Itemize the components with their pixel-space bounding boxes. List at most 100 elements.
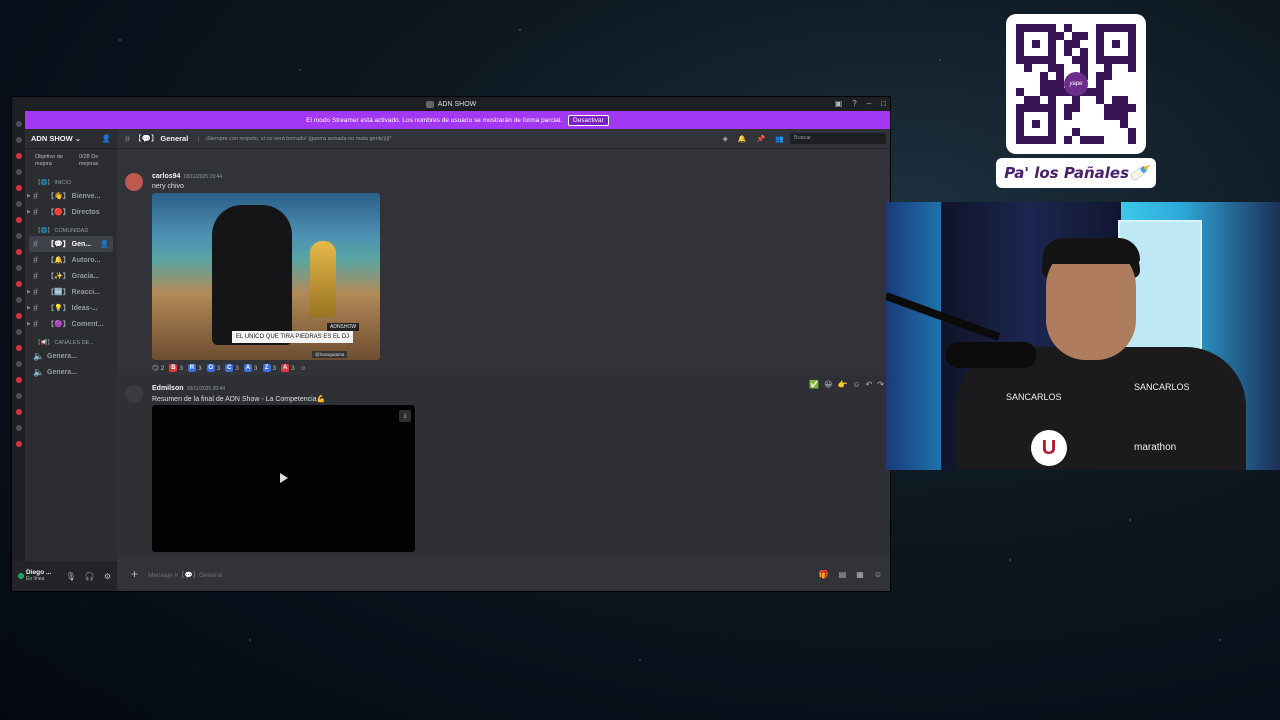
category-canales[interactable]: 【📢】 CANALES DE... (25, 332, 117, 348)
minimize-icon[interactable]: – (867, 99, 871, 108)
server-icon[interactable] (15, 121, 22, 127)
server-icon[interactable] (15, 265, 22, 271)
chevron-right-icon: ▶ (27, 305, 31, 311)
message-author[interactable]: carlos94 18/11/2025 19:44 (152, 173, 222, 180)
threads-icon[interactable]: ◈ (722, 135, 727, 143)
server-icon[interactable] (15, 393, 22, 399)
server-icon[interactable] (15, 297, 22, 303)
deactivate-button[interactable]: Desactivar (568, 114, 609, 126)
server-icon[interactable] (15, 201, 22, 207)
reaction[interactable]: 😏 2 (152, 364, 164, 373)
maximize-icon[interactable]: □ (881, 99, 886, 108)
voice-channel-item[interactable]: 🔈 Genera... (25, 348, 117, 364)
category-inicio[interactable]: 【🌐】 INICIO (25, 172, 117, 188)
video-attachment[interactable]: ⤓ (152, 405, 415, 552)
channel-item[interactable]: # 【✨】 Gracia... (25, 268, 117, 284)
chat-header: # 【💬】 General ¡Siempre con respeto, si n… (117, 129, 890, 149)
window-title: ADN SHOW (437, 100, 477, 108)
microphone-icon[interactable]: 🎙 (66, 572, 76, 581)
server-icon[interactable] (15, 329, 22, 335)
voice-channel-item[interactable]: 🔈 Genera... (25, 364, 117, 380)
check-reaction-icon[interactable]: ✅ (809, 380, 819, 389)
user-name: Diego ... (26, 569, 52, 576)
reply-icon[interactable]: ↶ (866, 380, 873, 389)
server-icon[interactable] (15, 233, 22, 239)
channel-label: 【💡】 Ideas-... (47, 305, 98, 312)
server-icon[interactable] (15, 441, 22, 447)
channel-item[interactable]: ▶ # 【💡】 Ideas-... (25, 300, 117, 316)
boost-goal[interactable]: Objetivo de mejora 0/28 De mejoras (25, 149, 117, 172)
text-channel-icon: # (33, 239, 39, 249)
channel-item[interactable]: # 【🔔】 Autoro... (25, 252, 117, 268)
server-icon[interactable] (15, 169, 22, 175)
yape-logo: yape (1064, 72, 1088, 96)
channel-item[interactable]: ▶ # 【🔴】 Directos (25, 204, 117, 220)
text-channel-icon: # (33, 303, 39, 313)
attach-plus-icon[interactable]: + (131, 567, 138, 581)
server-icon[interactable] (15, 217, 22, 223)
gif-icon[interactable]: ▤ (839, 570, 847, 579)
avatar[interactable] (125, 385, 143, 403)
server-icon[interactable] (15, 153, 22, 159)
channel-label: 【👋】 Bienve... (47, 193, 101, 200)
channel-topic[interactable]: ¡Siempre con respeto, si no será borrado… (198, 135, 392, 142)
help-icon[interactable]: ? (852, 99, 856, 108)
user-info[interactable]: Diego ... En línea (26, 569, 51, 583)
server-icon[interactable] (15, 345, 22, 351)
category-comunidad[interactable]: 【🌐】 COMUNIDAD (25, 220, 117, 236)
reaction[interactable]: O3 (206, 364, 220, 372)
gift-icon[interactable]: 🎁 (819, 570, 829, 579)
server-icon[interactable] (15, 377, 22, 383)
title-bar: ADN SHOW ▣ ? – □ (12, 97, 890, 111)
reaction[interactable]: Z3 (262, 364, 276, 372)
headphones-icon[interactable]: 🎧 (85, 572, 95, 581)
message-composer[interactable]: + Mensaje #【💬】General 🎁 ▤ ▦ ☺ (123, 563, 890, 585)
add-reaction-icon[interactable]: ☺ (852, 380, 860, 389)
gear-icon[interactable]: ⚙ (104, 572, 111, 581)
image-attachment[interactable]: ADNSHOW EL UNICO QUE TIRA PIEDRAS ES EL … (152, 193, 380, 360)
play-icon[interactable] (280, 473, 288, 483)
sticker-icon[interactable]: ▦ (856, 570, 864, 579)
channel-label: 【🟣】 Coment... (47, 321, 104, 328)
server-icon[interactable] (15, 137, 22, 143)
channel-item[interactable]: ▶ # 【🟣】 Coment... (25, 316, 117, 332)
reaction[interactable]: B3 (169, 364, 183, 372)
inbox-icon[interactable]: ▣ (835, 99, 843, 108)
reaction[interactable]: A3 (243, 364, 258, 372)
server-header[interactable]: ADN SHOW ⌄ 👤 (25, 129, 117, 149)
search-input[interactable]: Buscar (790, 133, 886, 144)
download-icon[interactable]: ⤓ (399, 410, 411, 422)
emoji-icon[interactable]: ☺ (874, 570, 882, 579)
reactions: 😏 2 B3 R3 O3 C3 A3 Z3 A3 ☺ (152, 364, 306, 372)
point-reaction-icon[interactable]: 👉 (837, 380, 847, 389)
forward-icon[interactable]: ↷ (877, 380, 884, 389)
server-icon[interactable] (15, 281, 22, 287)
invite-icon[interactable]: 👤 (100, 240, 109, 248)
channel-item-active[interactable]: # 【💬】 Gen... 👤 (29, 236, 113, 252)
microphone (946, 342, 1036, 368)
server-icon[interactable] (15, 409, 22, 415)
bell-icon[interactable]: 🔔 (738, 135, 747, 143)
pin-icon[interactable]: 📌 (757, 135, 766, 143)
server-icon[interactable] (15, 361, 22, 367)
add-member-icon[interactable]: 👤 (102, 134, 111, 143)
reaction[interactable]: R3 (188, 364, 202, 372)
server-icon[interactable] (15, 425, 22, 431)
channel-item[interactable]: ▶ # 【👋】 Bienve... (25, 188, 117, 204)
text-channel-icon: # (33, 255, 39, 265)
server-icon[interactable] (15, 313, 22, 319)
image-caption: EL UNICO QUE TIRA PIEDRAS ES EL DJ (232, 331, 354, 343)
hair (1042, 238, 1140, 264)
reaction[interactable]: C3 (225, 364, 239, 372)
avatar[interactable] (125, 173, 143, 191)
reaction[interactable]: A3 (281, 364, 295, 372)
server-icon[interactable] (15, 185, 22, 191)
members-icon[interactable]: 👥 (775, 135, 784, 143)
emoji-reaction-icon[interactable]: 😀 (824, 380, 832, 389)
message-author[interactable]: Edmilson 18/11/2025 20:44 (152, 385, 225, 392)
yape-qr-card: yape (1006, 14, 1146, 154)
add-reaction-icon[interactable]: ☺ (300, 364, 307, 372)
shirt-sponsor: marathon (1134, 442, 1177, 453)
channel-item[interactable]: ▶ # 【🆒】 Reacci... (25, 284, 117, 300)
server-icon[interactable] (15, 249, 22, 255)
